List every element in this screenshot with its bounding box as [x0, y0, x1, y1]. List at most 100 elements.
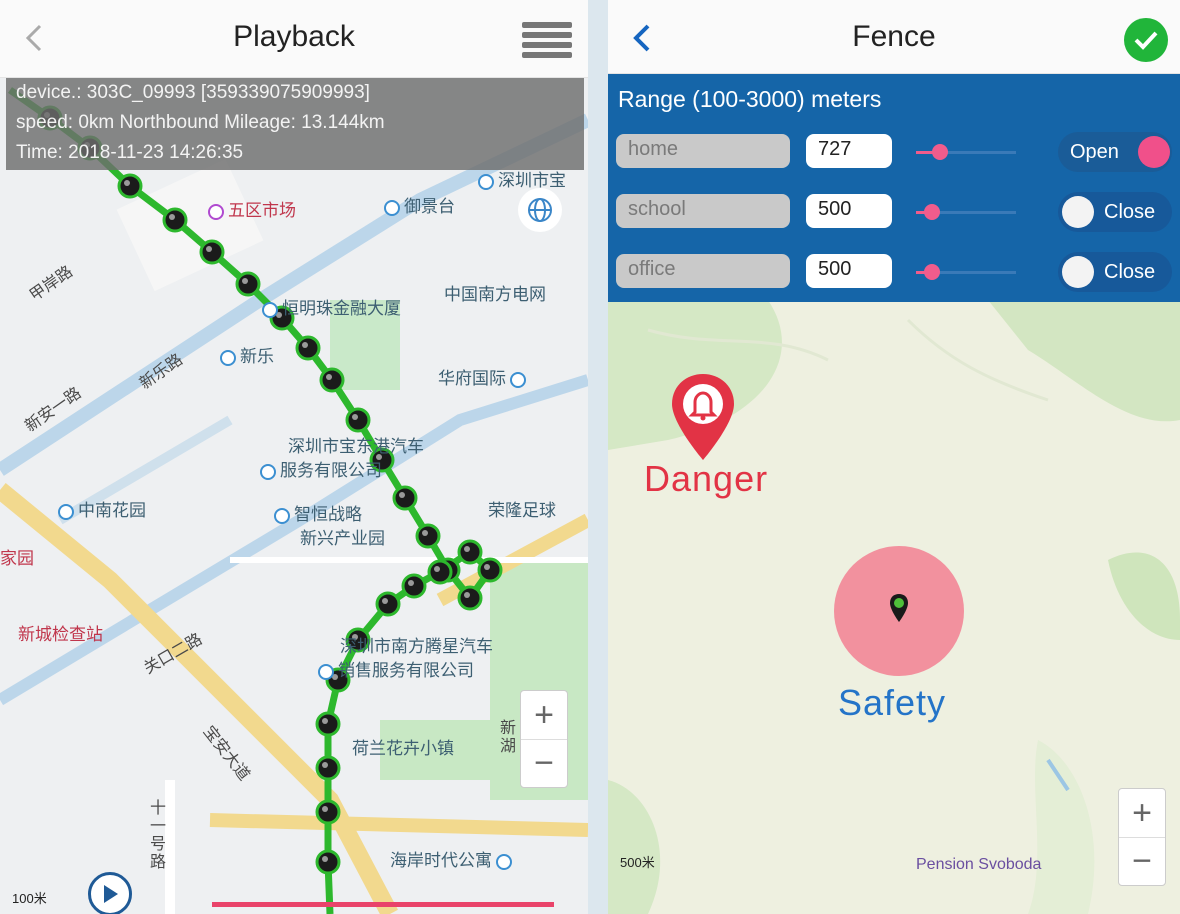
- track-point-highlight: [326, 374, 332, 380]
- fence-radius-slider[interactable]: [916, 144, 1016, 160]
- zoom-out-button[interactable]: −: [1119, 837, 1165, 885]
- menu-button[interactable]: [522, 18, 572, 60]
- track-point-highlight: [322, 762, 328, 768]
- map-label: 恒明珠金融大厦: [262, 294, 401, 319]
- device-marker-icon[interactable]: [888, 592, 910, 624]
- zoom-out-button[interactable]: −: [521, 739, 567, 787]
- toggle-label: Open: [1070, 140, 1119, 163]
- track-point-highlight: [322, 806, 328, 812]
- track-point[interactable]: [375, 591, 401, 617]
- track-point[interactable]: [401, 573, 427, 599]
- fence-radius-slider[interactable]: [916, 204, 1016, 220]
- toggle-knob: [1138, 136, 1170, 168]
- menu-icon: [522, 22, 572, 28]
- playback-header: Playback: [0, 0, 588, 78]
- track-point[interactable]: [477, 557, 503, 583]
- map-label: 新乐: [220, 342, 274, 367]
- zoom-in-button[interactable]: +: [1119, 789, 1165, 837]
- fence-toggle[interactable]: Close: [1058, 252, 1172, 292]
- track-point[interactable]: [415, 523, 441, 549]
- track-point[interactable]: [162, 207, 188, 233]
- track-point[interactable]: [457, 539, 483, 565]
- zoom-control: + −: [1118, 788, 1166, 886]
- slider-handle[interactable]: [924, 264, 940, 280]
- track-point[interactable]: [457, 585, 483, 611]
- track-point-highlight: [124, 180, 130, 186]
- track-point[interactable]: [117, 173, 143, 199]
- map-label: 深圳市宝东港汽车: [288, 437, 424, 456]
- zoom-control: + −: [520, 690, 568, 788]
- track-point-highlight: [464, 546, 470, 552]
- time-text: Time: 2018-11-23 14:26:35: [16, 142, 244, 163]
- map-scale: 100米: [12, 891, 47, 906]
- globe-icon[interactable]: [518, 188, 562, 232]
- track-point[interactable]: [315, 711, 341, 737]
- track-point[interactable]: [199, 239, 225, 265]
- fence-name-input[interactable]: school: [616, 194, 790, 228]
- track-point-highlight: [408, 580, 414, 586]
- check-icon: [1134, 31, 1158, 50]
- track-point[interactable]: [315, 755, 341, 781]
- track-point[interactable]: [427, 559, 453, 585]
- map-label: 海岸时代公寓: [390, 846, 516, 871]
- play-button[interactable]: [88, 872, 132, 914]
- slider-handle[interactable]: [932, 144, 948, 160]
- slider-handle[interactable]: [924, 204, 940, 220]
- map-poi-label: Pension Svoboda: [916, 856, 1042, 873]
- map-label: 智恒战略: [274, 500, 362, 525]
- fence-row-office: office 500 Close: [616, 252, 1172, 292]
- fence-settings-panel: Range (100-3000) meters home 727 Open schoo…: [608, 74, 1180, 302]
- track-point[interactable]: [235, 271, 261, 297]
- track-point-highlight: [322, 718, 328, 724]
- track-point-highlight: [206, 246, 212, 252]
- map-scale: 500米: [620, 855, 655, 870]
- fence-header: Fence: [608, 0, 1180, 74]
- map-label: 五区市场: [208, 196, 296, 221]
- track-point-highlight: [464, 592, 470, 598]
- fence-radius-slider[interactable]: [916, 264, 1016, 280]
- fence-radius-input[interactable]: 727: [806, 134, 892, 168]
- page-title: Fence: [852, 20, 936, 53]
- play-icon: [104, 885, 118, 903]
- page-title: Playback: [233, 20, 355, 53]
- track-point[interactable]: [295, 335, 321, 361]
- map-label: 荣隆足球: [488, 501, 556, 520]
- fence-row-home: home 727 Open: [616, 132, 1172, 172]
- fence-radius-input[interactable]: 500: [806, 194, 892, 228]
- toggle-knob: [1062, 196, 1094, 228]
- device-info-panel: device.: 303C_09993 [359339075909993] sp…: [6, 72, 584, 170]
- confirm-button[interactable]: [1124, 18, 1168, 62]
- track-point-highlight: [302, 342, 308, 348]
- map-road-label: 十一号路: [150, 800, 167, 871]
- track-point-highlight: [169, 214, 175, 220]
- playback-screen: 五区市场 御景台 深圳市宝 恒明珠金融大厦 中国南方电网 新乐 华府国际 深圳市…: [0, 0, 588, 914]
- screen-divider: [588, 0, 608, 914]
- track-point-highlight: [484, 564, 490, 570]
- fence-name-input[interactable]: office: [616, 254, 790, 288]
- fence-toggle[interactable]: Open: [1058, 132, 1172, 172]
- map-label: 新城检查站: [18, 625, 103, 644]
- zoom-in-button[interactable]: +: [521, 691, 567, 739]
- danger-label: Danger: [644, 458, 769, 499]
- map-label: 服务有限公司: [260, 456, 382, 481]
- track-point[interactable]: [319, 367, 345, 393]
- toggle-knob: [1062, 256, 1094, 288]
- track-point-highlight: [434, 566, 440, 572]
- danger-marker-icon: [672, 374, 734, 460]
- track-point[interactable]: [315, 849, 341, 875]
- track-point[interactable]: [392, 485, 418, 511]
- map-label: 荷兰花卉小镇: [352, 739, 454, 758]
- toggle-label: Close: [1104, 260, 1156, 283]
- map-label: 新兴产业园: [300, 529, 385, 548]
- track-point-highlight: [322, 856, 328, 862]
- track-point[interactable]: [315, 799, 341, 825]
- map-label: 家园: [0, 549, 34, 568]
- fence-toggle[interactable]: Close: [1058, 192, 1172, 232]
- fence-radius-input[interactable]: 500: [806, 254, 892, 288]
- playback-progress-bar[interactable]: [212, 902, 554, 907]
- fence-name-input[interactable]: home: [616, 134, 790, 168]
- track-point[interactable]: [345, 407, 371, 433]
- track-point-highlight: [422, 530, 428, 536]
- map-label: 中国南方电网: [444, 285, 546, 304]
- track-point-highlight: [242, 278, 248, 284]
